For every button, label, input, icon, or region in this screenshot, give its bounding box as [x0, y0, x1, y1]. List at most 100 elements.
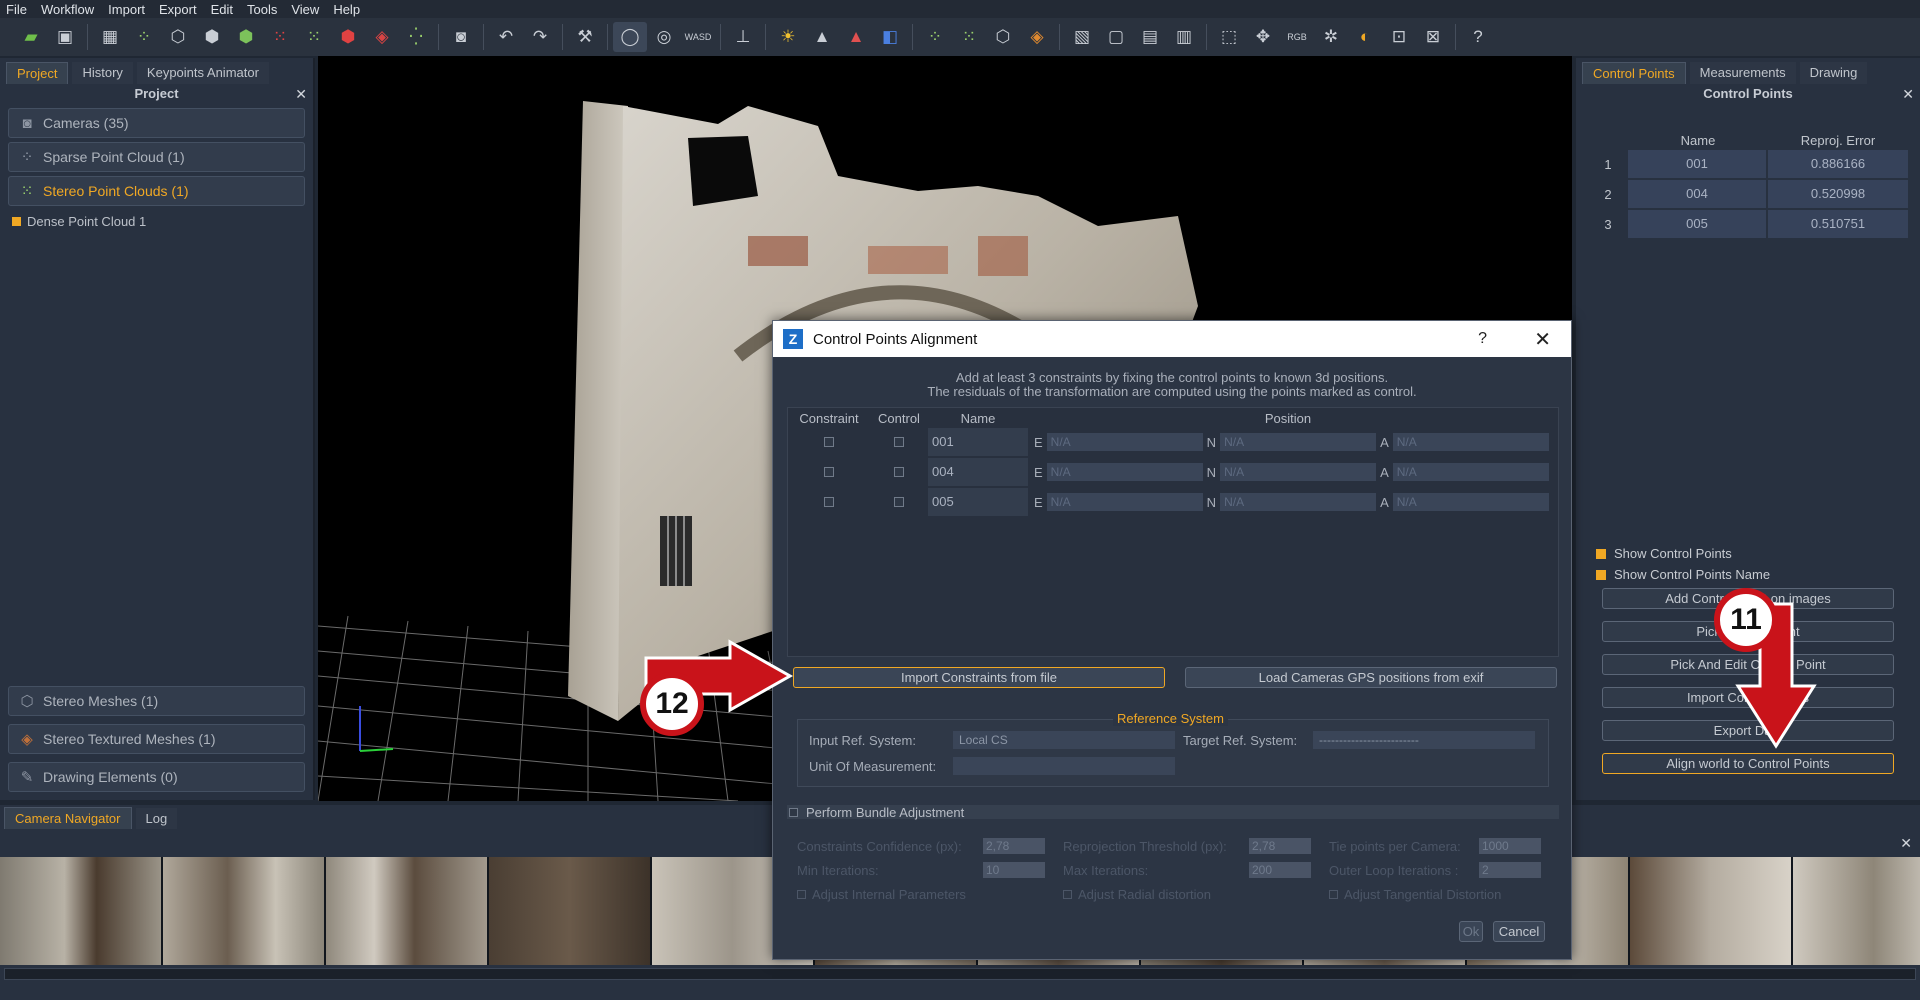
red-points-icon[interactable]: ⁙ — [263, 22, 297, 52]
project-item-sparse-cloud[interactable]: ⁘ Sparse Point Cloud (1) — [8, 142, 305, 172]
camera-thumbnail[interactable] — [163, 857, 324, 965]
a-input[interactable]: N/A — [1392, 493, 1549, 511]
tab-keypoints-animator[interactable]: Keypoints Animator — [136, 62, 269, 84]
select-rect-icon[interactable]: ⬚ — [1212, 22, 1246, 52]
dense-display-icon[interactable]: ⁙ — [952, 22, 986, 52]
bbox-icon[interactable]: ▢ — [1099, 22, 1133, 52]
bundle-checkbox[interactable] — [789, 807, 798, 817]
constraint-checkbox[interactable] — [824, 436, 834, 447]
control-checkbox[interactable] — [894, 466, 904, 477]
mesh-display-icon[interactable]: ⬡ — [986, 22, 1020, 52]
texture-display-icon[interactable]: ◈ — [1020, 22, 1054, 52]
camera-thumbnail[interactable] — [1793, 857, 1920, 965]
green-box-icon[interactable]: ⬢ — [229, 22, 263, 52]
n-input[interactable]: N/A — [1220, 493, 1377, 511]
tab-control-points[interactable]: Control Points — [1582, 62, 1686, 84]
menu-export[interactable]: Export — [159, 2, 197, 17]
e-input[interactable]: N/A — [1046, 433, 1203, 451]
tab-drawing[interactable]: Drawing — [1799, 62, 1868, 84]
min-iterations-input[interactable]: 10 — [983, 862, 1045, 878]
close-icon[interactable]: ✕ — [1902, 84, 1914, 104]
close-icon[interactable]: ✕ — [295, 84, 307, 104]
checkbox[interactable] — [1329, 890, 1338, 899]
checkbox[interactable] — [1596, 569, 1606, 580]
table-row[interactable]: 2 004 0.520998 — [1588, 180, 1908, 208]
input-ref-select[interactable]: Local CS — [953, 731, 1175, 749]
max-iterations-input[interactable]: 200 — [1249, 862, 1311, 878]
rotate-icon[interactable]: ◎ — [647, 22, 681, 52]
project-item-cameras[interactable]: ◙ Cameras (35) — [8, 108, 305, 138]
tab-project[interactable]: Project — [6, 62, 69, 84]
tab-history[interactable]: History — [72, 62, 133, 84]
points-display-icon[interactable]: ⁘ — [918, 22, 952, 52]
redo-icon[interactable]: ↷ — [523, 22, 557, 52]
clip-icon[interactable]: ▤ — [1133, 22, 1167, 52]
tab-camera-navigator[interactable]: Camera Navigator — [4, 807, 132, 829]
bundle-adjustment-toggle[interactable]: Perform Bundle Adjustment — [787, 805, 1559, 820]
confidence-input[interactable]: 2,78 — [983, 838, 1045, 854]
menu-file[interactable]: File — [6, 2, 27, 17]
invert-selection-icon[interactable]: ◐ — [1348, 22, 1382, 52]
reprojection-input[interactable]: 2,78 — [1249, 838, 1311, 854]
a-input[interactable]: N/A — [1392, 433, 1549, 451]
checkbox[interactable] — [797, 890, 806, 899]
dense-points-icon[interactable]: ⁙ — [297, 22, 331, 52]
save-icon[interactable]: ▣ — [48, 22, 82, 52]
adjust-tangential-toggle[interactable]: Adjust Tangential Distortion — [1329, 887, 1501, 902]
unit-select[interactable] — [953, 757, 1175, 775]
constraint-checkbox[interactable] — [824, 496, 834, 507]
select-rgb-icon[interactable]: RGB — [1280, 22, 1314, 52]
camera-thumbnail[interactable] — [489, 857, 650, 965]
outer-loop-input[interactable]: 2 — [1479, 862, 1541, 878]
ok-button[interactable]: Ok — [1459, 921, 1483, 942]
delete-selection-icon[interactable]: ⊠ — [1416, 22, 1450, 52]
red-cube-icon[interactable]: ◈ — [365, 22, 399, 52]
n-input[interactable]: N/A — [1220, 433, 1377, 451]
target-ref-select[interactable]: ------------------------- — [1313, 731, 1535, 749]
camera-frustum-icon[interactable]: ▧ — [1065, 22, 1099, 52]
sparse-points-icon[interactable]: ⁘ — [127, 22, 161, 52]
mesh-points-icon[interactable]: ⁛ — [399, 22, 433, 52]
shading-icon[interactable]: ▲ — [805, 22, 839, 52]
checkbox[interactable] — [1063, 890, 1072, 899]
menu-view[interactable]: View — [291, 2, 319, 17]
align-world-button[interactable]: Align world to Control Points — [1602, 753, 1894, 774]
select-all-icon[interactable]: ⊡ — [1382, 22, 1416, 52]
project-item-textured-meshes[interactable]: ◈ Stereo Textured Meshes (1) — [8, 724, 305, 754]
checkbox[interactable] — [1596, 548, 1606, 559]
project-item-drawing-elements[interactable]: ✎ Drawing Elements (0) — [8, 762, 305, 792]
n-input[interactable]: N/A — [1220, 463, 1377, 481]
a-input[interactable]: N/A — [1392, 463, 1549, 481]
menu-import[interactable]: Import — [108, 2, 145, 17]
table-row[interactable]: 3 005 0.510751 — [1588, 210, 1908, 238]
table-row[interactable]: 1 001 0.886166 — [1588, 150, 1908, 178]
select-points-icon[interactable]: ✲ — [1314, 22, 1348, 52]
load-gps-button[interactable]: Load Cameras GPS positions from exif — [1185, 667, 1557, 688]
cancel-button[interactable]: Cancel — [1493, 921, 1545, 942]
camera-thumbnail[interactable] — [1630, 857, 1791, 965]
e-input[interactable]: N/A — [1046, 493, 1203, 511]
tools-icon[interactable]: ⚒ — [568, 22, 602, 52]
color-shading-icon[interactable]: ▲ — [839, 22, 873, 52]
grid-icon[interactable]: ▦ — [93, 22, 127, 52]
tab-measurements[interactable]: Measurements — [1689, 62, 1796, 84]
color-cube-icon[interactable]: ◧ — [873, 22, 907, 52]
tie-points-input[interactable]: 1000 — [1479, 838, 1541, 854]
project-item-stereo-meshes[interactable]: ⬡ Stereo Meshes (1) — [8, 686, 305, 716]
control-checkbox[interactable] — [894, 436, 904, 447]
light-icon[interactable]: ☀ — [771, 22, 805, 52]
menu-help[interactable]: Help — [333, 2, 360, 17]
undo-icon[interactable]: ↶ — [489, 22, 523, 52]
constraint-checkbox[interactable] — [824, 466, 834, 477]
show-control-points-name-toggle[interactable]: Show Control Points Name — [1596, 567, 1770, 582]
show-control-points-toggle[interactable]: Show Control Points — [1596, 546, 1732, 561]
select-lasso-icon[interactable]: ✥ — [1246, 22, 1280, 52]
dense-point-cloud-item[interactable]: Dense Point Cloud 1 — [12, 214, 313, 229]
e-input[interactable]: N/A — [1046, 463, 1203, 481]
camera-thumbnail[interactable] — [0, 857, 161, 965]
control-checkbox[interactable] — [894, 496, 904, 507]
import-constraints-button[interactable]: Import Constraints from file — [793, 667, 1165, 688]
menu-workflow[interactable]: Workflow — [41, 2, 94, 17]
visibility-checkbox[interactable] — [12, 217, 21, 226]
cube-icon[interactable]: ⬡ — [161, 22, 195, 52]
